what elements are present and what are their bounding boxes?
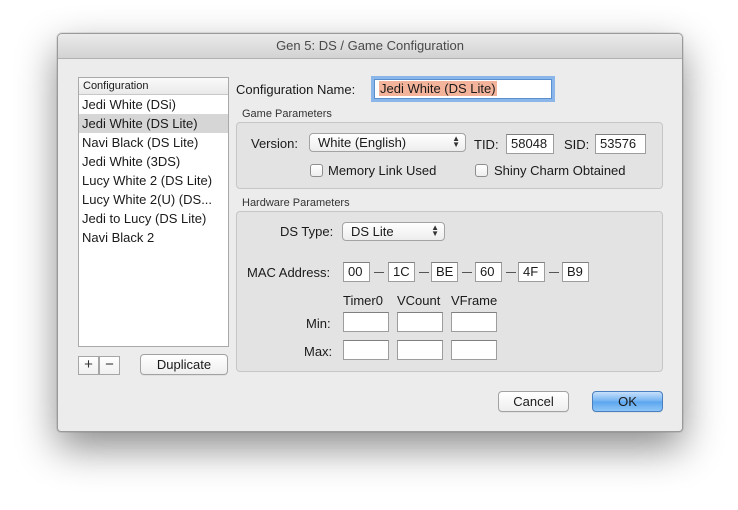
list-item-selected[interactable]: Jedi White (DS Lite)	[79, 114, 228, 133]
ds-type-popup[interactable]: DS Lite ▲ ▼	[342, 222, 445, 241]
vframe-column-label: VFrame	[451, 293, 498, 308]
vframe-min-field[interactable]	[451, 312, 497, 332]
vcount-max-field[interactable]	[397, 340, 443, 360]
list-item[interactable]: Lucy White 2 (DS Lite)	[79, 171, 228, 190]
configuration-list-header[interactable]: Configuration	[79, 78, 228, 95]
ok-button[interactable]: OK	[592, 391, 663, 412]
mac-separator	[419, 272, 429, 273]
list-item[interactable]: Jedi to Lucy (DS Lite)	[79, 209, 228, 228]
mac-octet-field[interactable]: BE	[431, 262, 458, 282]
version-popup[interactable]: White (English) ▲ ▼	[309, 133, 466, 152]
timer0-column-label: Timer0	[343, 293, 383, 308]
mac-octet-field[interactable]: B9	[562, 262, 589, 282]
mac-address-label: MAC Address:	[247, 265, 331, 280]
mac-separator	[462, 272, 472, 273]
list-item[interactable]: Navi Black (DS Lite)	[79, 133, 228, 152]
mac-octet-field[interactable]: 60	[475, 262, 502, 282]
list-item[interactable]: Jedi White (DSi)	[79, 95, 228, 114]
mac-separator	[506, 272, 516, 273]
duplicate-button[interactable]: Duplicate	[140, 354, 228, 375]
add-configuration-button[interactable]: +	[78, 356, 99, 375]
popup-arrows-icon: ▲ ▼	[431, 223, 439, 238]
mac-separator	[374, 272, 384, 273]
tid-field[interactable]: 58048	[506, 134, 554, 154]
game-parameters-title: Game Parameters	[242, 108, 332, 120]
game-configuration-window: Gen 5: DS / Game Configuration Configura…	[57, 33, 683, 432]
mac-octet-field[interactable]: 00	[343, 262, 370, 282]
config-name-label: Configuration Name:	[236, 82, 356, 97]
max-label: Max:	[304, 344, 333, 359]
shiny-charm-checkbox[interactable]	[475, 164, 488, 177]
window-title: Gen 5: DS / Game Configuration	[58, 34, 682, 59]
popup-arrows-icon: ▲ ▼	[452, 134, 460, 149]
sid-field[interactable]: 53576	[595, 134, 646, 154]
remove-configuration-button[interactable]: −	[99, 356, 120, 375]
tid-label: TID:	[474, 137, 499, 152]
vcount-min-field[interactable]	[397, 312, 443, 332]
min-label: Min:	[306, 316, 331, 331]
config-name-value: Jedi White (DS Lite)	[379, 81, 497, 96]
hardware-parameters-title: Hardware Parameters	[242, 197, 350, 209]
memory-link-checkbox[interactable]	[310, 164, 323, 177]
mac-octet-field[interactable]: 4F	[518, 262, 545, 282]
memory-link-label[interactable]: Memory Link Used	[328, 163, 436, 178]
list-item[interactable]: Lucy White 2(U) (DS...	[79, 190, 228, 209]
sid-label: SID:	[564, 137, 590, 152]
version-value: White (English)	[318, 135, 407, 150]
ds-type-value: DS Lite	[351, 224, 394, 239]
configuration-list[interactable]: Configuration Jedi White (DSi) Jedi Whit…	[78, 77, 229, 347]
vcount-column-label: VCount	[397, 293, 441, 308]
timer0-min-field[interactable]	[343, 312, 389, 332]
mac-octet-field[interactable]: 1C	[388, 262, 415, 282]
shiny-charm-label[interactable]: Shiny Charm Obtained	[494, 163, 626, 178]
version-label: Version:	[251, 136, 298, 151]
config-name-field[interactable]: Jedi White (DS Lite)	[374, 79, 552, 99]
vframe-max-field[interactable]	[451, 340, 497, 360]
cancel-button[interactable]: Cancel	[498, 391, 569, 412]
list-item[interactable]: Jedi White (3DS)	[79, 152, 228, 171]
ds-type-label: DS Type:	[280, 224, 334, 239]
list-item[interactable]: Navi Black 2	[79, 228, 228, 247]
mac-separator	[549, 272, 559, 273]
timer0-max-field[interactable]	[343, 340, 389, 360]
